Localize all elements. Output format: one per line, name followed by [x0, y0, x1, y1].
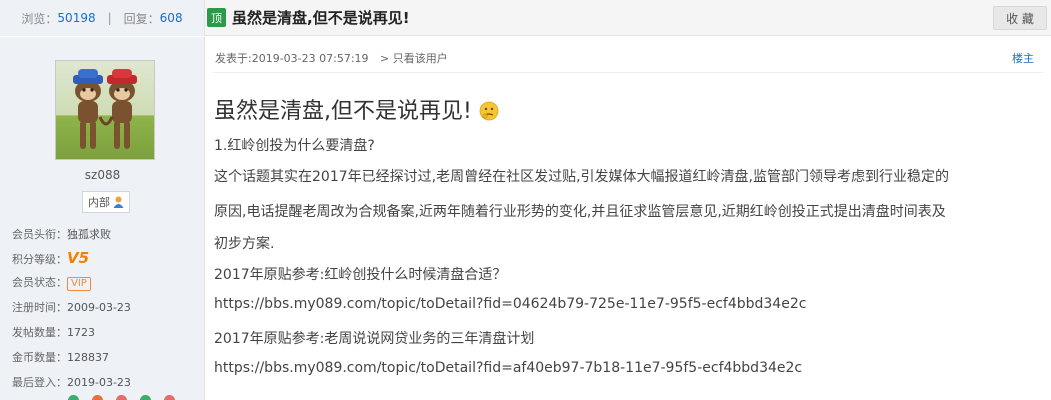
views-label: 浏览：: [21, 11, 58, 26]
avatar[interactable]: [55, 60, 155, 160]
gold-count-label: 金币数量：: [12, 351, 67, 364]
member-title-row: 会员头衔：独孤求败: [12, 226, 111, 242]
vip-badge: VIP: [67, 277, 91, 291]
register-date-value: 2009-03-23: [67, 301, 131, 314]
user-icon: [113, 196, 124, 208]
replies-count: 608: [159, 11, 183, 25]
medal-icon[interactable]: [92, 395, 103, 400]
post-paragraph: 初步方案.: [214, 236, 275, 252]
post-paragraph: 这个话题其实在2017年已经探讨过,老周曾经在社区发过贴,引发媒体大幅报道红岭清…: [214, 169, 949, 185]
last-login-row: 最后登入：2019-03-23: [12, 374, 131, 390]
department-label: 内部: [88, 196, 110, 209]
post-meta: 发表于:2019-03-23 07:57:19 > 只看该用户: [215, 50, 448, 66]
thread-stats: 浏览： 50198 | 回复： 608: [0, 0, 205, 36]
member-status-label: 会员状态：: [12, 276, 67, 289]
medal-icon[interactable]: [164, 395, 175, 400]
member-title-label: 会员头衔：: [12, 228, 67, 241]
monkey-toys-image: [73, 69, 137, 149]
pinned-badge: 顶: [207, 8, 226, 27]
reference-link[interactable]: https://bbs.my089.com/topic/toDetail?fid…: [214, 360, 802, 376]
author-sidebar: sz088 内部: [0, 37, 205, 400]
replies-label: 回复：: [123, 11, 160, 26]
member-status-row: 会员状态： VIP: [12, 274, 91, 291]
medal-icon[interactable]: [140, 395, 151, 400]
score-level-row: 积分等级：V5: [12, 249, 89, 267]
last-login-label: 最后登入：: [12, 376, 67, 389]
reference-link[interactable]: https://bbs.my089.com/topic/toDetail?fid…: [214, 296, 806, 312]
register-date-row: 注册时间：2009-03-23: [12, 299, 131, 315]
only-author-link[interactable]: > 只看该用户: [380, 52, 448, 65]
stats-separator: |: [107, 11, 112, 25]
favorite-button[interactable]: 收 藏: [993, 6, 1047, 30]
thread-title: 虽然是清盘,但不是说再见!: [232, 9, 410, 27]
post-count-value: 1723: [67, 326, 95, 339]
posted-label: 发表于:: [215, 52, 252, 65]
post-paragraph: 2017年原贴参考:老周说说网贷业务的三年清盘计划: [214, 331, 535, 347]
divider: [213, 72, 1043, 73]
post-title-text: 虽然是清盘,但不是说再见!: [214, 99, 472, 124]
gold-count-value: 128837: [67, 351, 109, 364]
post-count-row: 发帖数量：1723: [12, 324, 95, 340]
floor-label[interactable]: 楼主: [1012, 50, 1034, 66]
posted-time: 2019-03-23 07:57:19: [251, 52, 369, 65]
score-level-label: 积分等级：: [12, 253, 67, 266]
post-count-label: 发帖数量：: [12, 326, 67, 339]
level-badge: V5: [67, 249, 90, 267]
register-date-label: 注册时间：: [12, 301, 67, 314]
username[interactable]: sz088: [0, 168, 205, 182]
post-paragraph: 2017年原贴参考:红岭创投什么时候清盘合适？: [214, 267, 507, 283]
medal-icon[interactable]: [68, 395, 79, 400]
views-count: 50198: [57, 11, 96, 25]
post-title: 虽然是清盘,但不是说再见!: [214, 93, 499, 125]
post-paragraph: 原因,电话提醒老周改为合规备案,近两年随着行业形势的变化,并且征求监管层意见,近…: [214, 204, 946, 220]
department-tag[interactable]: 内部: [82, 191, 130, 213]
gold-count-row: 金币数量：128837: [12, 349, 109, 365]
thinking-emoji-icon: [479, 101, 499, 121]
post-paragraph: 1.红岭创投为什么要清盘?: [214, 138, 375, 154]
last-login-value: 2019-03-23: [67, 376, 131, 389]
member-title-value: 独孤求败: [67, 228, 111, 241]
medal-icon[interactable]: [116, 395, 127, 400]
